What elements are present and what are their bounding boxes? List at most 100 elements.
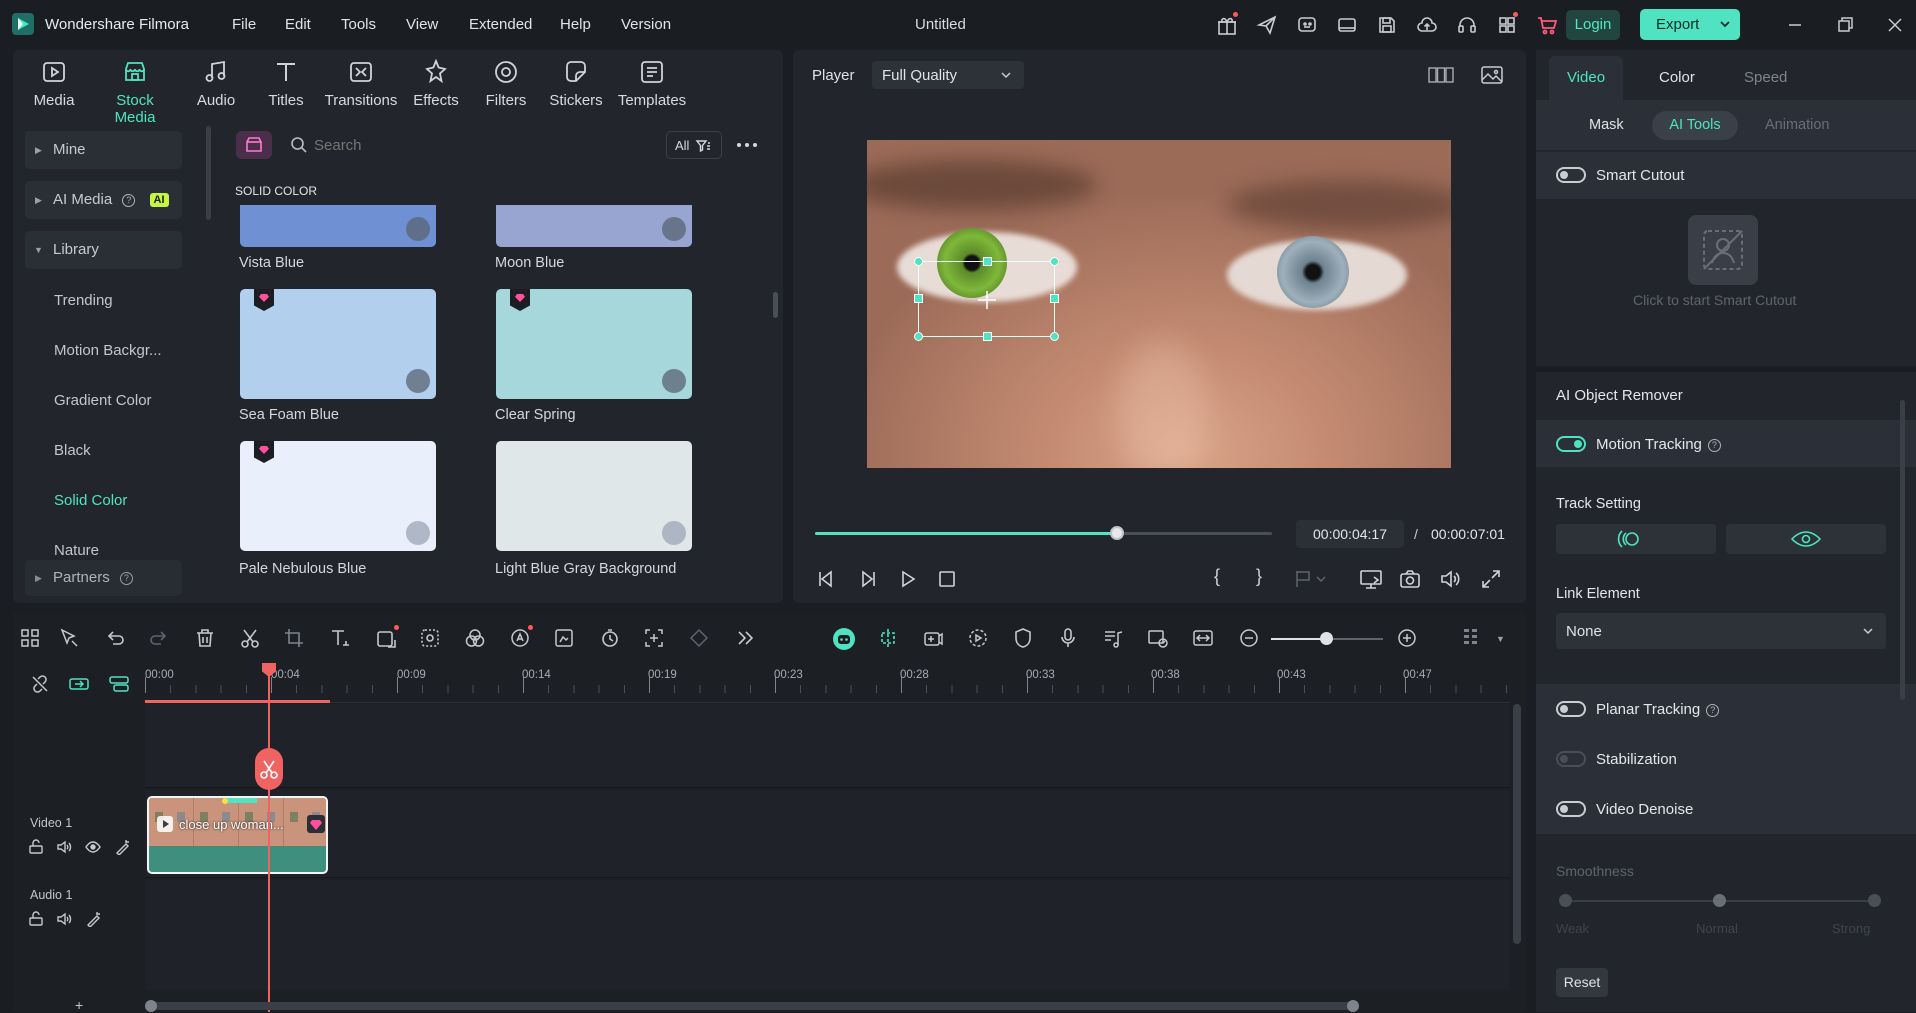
snap-icon[interactable] [877, 627, 899, 649]
ai-enhance-icon[interactable] [509, 625, 533, 649]
marker-icon[interactable] [1295, 569, 1327, 589]
export-button[interactable]: Export [1640, 9, 1740, 40]
add-track-icon[interactable]: + [75, 997, 83, 1013]
play-icon[interactable] [897, 568, 919, 590]
restore-icon[interactable] [1834, 14, 1856, 36]
fit-timeline-icon[interactable] [1192, 627, 1214, 649]
audio-mixer-icon[interactable] [1102, 627, 1124, 649]
headset-icon[interactable] [1456, 14, 1478, 36]
tab-transitions[interactable]: Transitions [321, 58, 401, 109]
smart-cutout-icon[interactable] [1688, 215, 1758, 285]
stock-home-button[interactable] [236, 131, 272, 159]
tab-color[interactable]: Color [1659, 69, 1695, 86]
previous-frame-icon[interactable] [815, 568, 837, 590]
undo-icon[interactable] [104, 627, 126, 649]
sidebar-item-library[interactable]: ▼ Library [25, 231, 182, 269]
library-scrollbar[interactable] [773, 292, 778, 318]
login-button[interactable]: Login [1566, 10, 1620, 40]
shape-icon[interactable] [375, 625, 399, 649]
speed-timer-icon[interactable] [599, 627, 621, 649]
swatch-sea-foam-blue[interactable] [240, 289, 436, 399]
menu-file[interactable]: File [232, 16, 256, 33]
sidebar-item-gradient-color[interactable]: Gradient Color [54, 392, 152, 409]
sidebar-item-mine[interactable]: ▶ Mine [25, 131, 182, 169]
menu-help[interactable]: Help [560, 16, 591, 33]
more-options-icon[interactable] [736, 137, 758, 153]
keyframe-icon[interactable] [688, 627, 710, 649]
mark-in-icon[interactable]: { [1214, 566, 1220, 587]
stop-icon[interactable] [936, 568, 958, 590]
help-icon[interactable]: ? [1706, 704, 1720, 717]
video-denoise-toggle[interactable] [1556, 801, 1586, 817]
split-scissors-icon[interactable] [239, 627, 261, 649]
scene-detect-icon[interactable] [1147, 627, 1169, 649]
layout-icon[interactable] [1336, 14, 1358, 36]
handle[interactable] [914, 332, 923, 341]
select-tool-icon[interactable] [58, 627, 80, 649]
shield-icon[interactable] [1012, 627, 1034, 649]
menu-edit[interactable]: Edit [285, 16, 311, 33]
tab-filters[interactable]: Filters [469, 58, 543, 109]
zoom-slider-track[interactable] [1271, 632, 1383, 645]
reset-button[interactable]: Reset [1556, 968, 1608, 997]
swatch-moon-blue[interactable] [496, 205, 692, 247]
link-element-select[interactable]: None [1556, 613, 1886, 649]
handle[interactable] [983, 332, 992, 341]
planar-tracking-toggle[interactable] [1556, 701, 1586, 717]
zoom-slider-handle[interactable] [1320, 632, 1333, 645]
handle[interactable] [1050, 332, 1059, 341]
menu-version[interactable]: Version [621, 16, 671, 33]
add-media-icon[interactable] [922, 627, 944, 649]
snapshot-image-icon[interactable] [1480, 64, 1504, 86]
tab-templates[interactable]: Templates [612, 58, 692, 109]
swatch-clear-spring[interactable] [496, 289, 692, 399]
track-mode-preview-button[interactable] [1726, 524, 1886, 554]
tab-audio[interactable]: Audio [179, 58, 253, 109]
mark-out-icon[interactable]: } [1256, 566, 1262, 587]
display-icon[interactable] [1359, 568, 1383, 590]
sidebar-item-motion-backgrounds[interactable]: Motion Backgr... [54, 342, 162, 359]
close-icon[interactable] [1884, 14, 1906, 36]
zoom-out-icon[interactable] [1238, 627, 1260, 649]
tab-stock-media[interactable]: Stock Media [94, 58, 176, 126]
mute-icon[interactable] [56, 839, 72, 855]
minimize-icon[interactable] [1784, 14, 1806, 36]
help-icon[interactable]: ? [119, 572, 133, 585]
video-preview[interactable] [867, 140, 1451, 468]
tab-speed[interactable]: Speed [1744, 69, 1787, 86]
microphone-icon[interactable] [1057, 627, 1079, 649]
subtab-mask[interactable]: Mask [1589, 117, 1624, 133]
swatch-pale-nebulous-blue[interactable] [240, 441, 436, 551]
download-icon[interactable] [406, 521, 430, 545]
camera-icon[interactable] [1399, 568, 1421, 590]
volume-icon[interactable] [1439, 568, 1461, 590]
subtab-animation[interactable]: Animation [1765, 117, 1829, 133]
properties-scrollbar[interactable] [1900, 400, 1905, 700]
sidebar-scrollbar[interactable] [206, 126, 211, 220]
download-icon[interactable] [406, 369, 430, 393]
download-icon[interactable] [662, 521, 686, 545]
tab-video[interactable]: Video [1549, 56, 1623, 100]
ai-cutout-icon[interactable] [419, 627, 441, 649]
handle[interactable] [1050, 257, 1059, 266]
menu-tools[interactable]: Tools [341, 16, 376, 33]
download-icon[interactable] [406, 217, 430, 241]
handle[interactable] [1050, 294, 1059, 303]
auto-effect-icon[interactable] [115, 839, 131, 855]
crop-icon[interactable] [283, 627, 305, 649]
motion-tracking-box[interactable] [914, 257, 1059, 341]
split-at-playhead-button[interactable] [255, 748, 283, 790]
download-icon[interactable] [662, 217, 686, 241]
fullscreen-icon[interactable] [1480, 568, 1502, 590]
multi-select-icon[interactable] [19, 627, 41, 649]
smart-cutout-hint[interactable]: Click to start Smart Cutout [1633, 292, 1796, 308]
track-mode-object-button[interactable] [1556, 524, 1716, 554]
eye-visibility-icon[interactable] [85, 839, 101, 855]
video-clip[interactable]: close up woman... [147, 796, 328, 874]
track-layout-icon[interactable] [108, 674, 130, 694]
lock-icon[interactable] [28, 839, 44, 855]
more-tools-icon[interactable] [734, 627, 756, 649]
zoom-in-icon[interactable] [1396, 627, 1418, 649]
save-icon[interactable] [1376, 14, 1398, 36]
quality-select[interactable]: Full Quality [872, 61, 1024, 89]
